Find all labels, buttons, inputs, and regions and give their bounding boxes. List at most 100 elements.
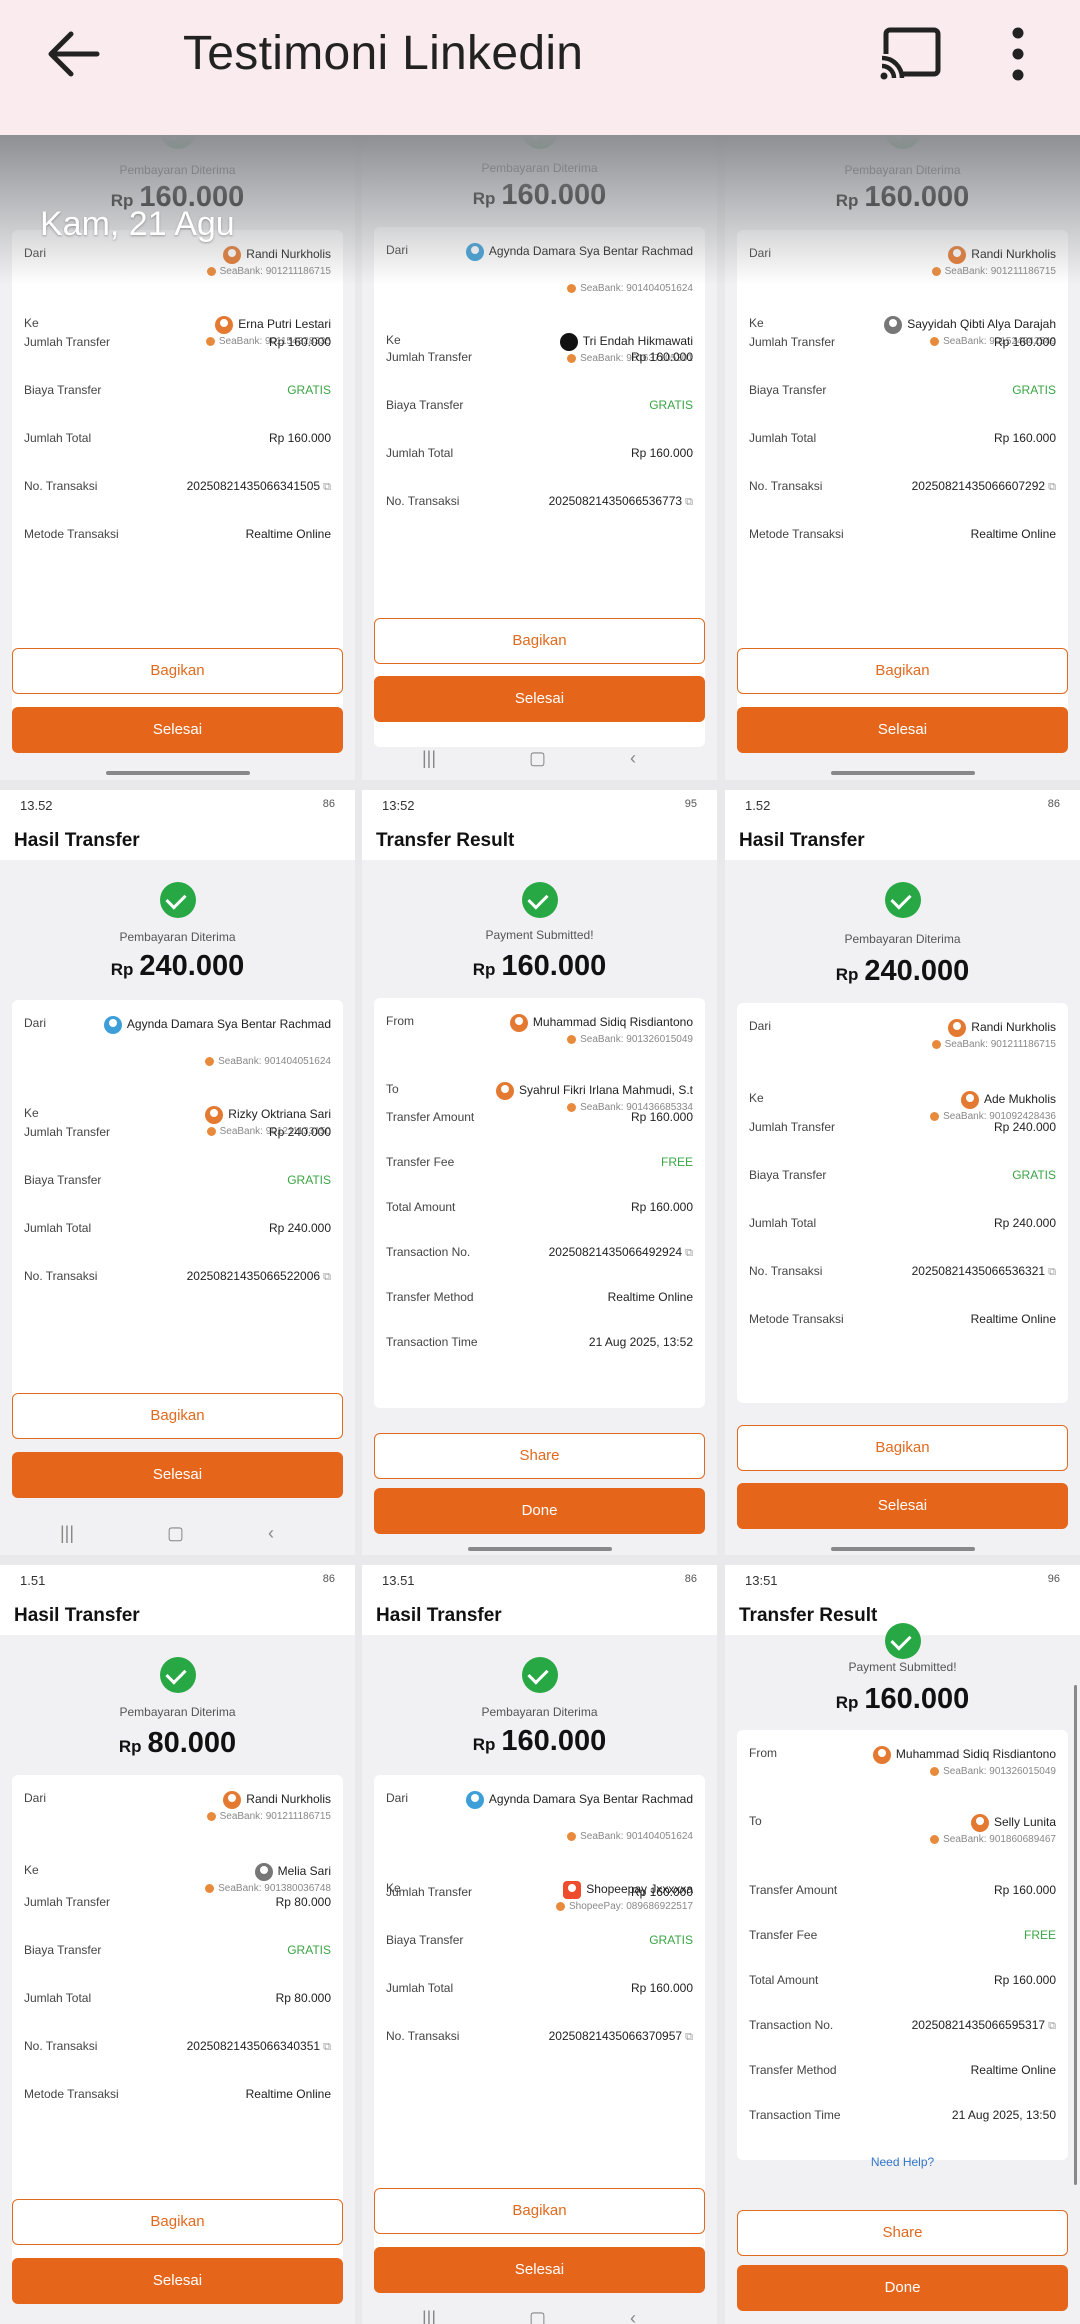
currency-label: Rp: [835, 191, 859, 210]
sender-name-wrap: Randi Nurkholis: [91, 1791, 331, 1809]
payment-status: Pembayaran Diterima: [119, 930, 236, 944]
cast-icon[interactable]: [878, 24, 944, 82]
sender-label: From: [386, 1014, 414, 1028]
screen-title: Hasil Transfer: [14, 830, 140, 851]
detail-label: Biaya Transfer: [749, 383, 827, 397]
gesture-handle: [830, 1547, 975, 1551]
detail-label: Jumlah Total: [24, 1221, 92, 1235]
share-button[interactable]: Bagikan: [737, 648, 1068, 694]
detail-label: Biaya Transfer: [386, 398, 464, 412]
sender-avatar-icon: [465, 1791, 484, 1809]
share-button[interactable]: Bagikan: [374, 618, 705, 664]
recents-icon[interactable]: |||: [422, 748, 436, 769]
recipient-name-wrap: Tri Endah Hikmawati: [453, 333, 693, 351]
status-time: 13:51: [745, 1573, 778, 1588]
sender-account: SeaBank: 901326015049: [453, 1034, 693, 1045]
done-button[interactable]: Selesai: [374, 676, 705, 722]
done-button[interactable]: Done: [374, 1488, 705, 1534]
detail-label: Jumlah Transfer: [24, 1125, 111, 1139]
status-bar: 13.51 86: [362, 1565, 717, 1595]
scrollbar[interactable]: [1074, 1685, 1077, 2185]
sender-account: SeaBank: 901404051624: [91, 1056, 331, 1067]
share-button[interactable]: Bagikan: [12, 2199, 343, 2245]
detail-label: Transfer Amount: [386, 1110, 475, 1124]
back-nav-icon[interactable]: ‹: [630, 748, 636, 769]
share-button[interactable]: Bagikan: [12, 1393, 343, 1439]
detail-value: 21 Aug 2025, 13:52: [588, 1335, 693, 1349]
battery-indicator: 86: [1047, 798, 1060, 810]
screen-header: Hasil Transfer: [0, 1595, 355, 1635]
done-button[interactable]: Selesai: [737, 707, 1068, 753]
sender-name: Muhammad Sidiq Risdiantono: [532, 1015, 693, 1030]
recents-icon[interactable]: |||: [422, 2308, 436, 2324]
recipient-label: To: [749, 1814, 762, 1828]
share-button[interactable]: Bagikan: [374, 2188, 705, 2234]
detail-value: GRATIS: [287, 1173, 331, 1187]
sender-label: Dari: [24, 1016, 47, 1030]
recipient-avatar-icon: [559, 333, 578, 351]
detail-value: Rp 160.000: [630, 1885, 693, 1899]
sender-name-wrap: Randi Nurkholis: [816, 246, 1056, 264]
payment-status: Payment Submitted!: [848, 1660, 957, 1674]
sender-label: Dari: [24, 246, 47, 260]
transfer-receipt-screenshot: 1.52 86 Hasil Transfer Pembayaran Diterima R…: [725, 790, 1080, 1555]
currency-label: Rp: [472, 189, 496, 208]
screen-title: Hasil Transfer: [739, 830, 865, 851]
screen-title: Transfer Result: [739, 1605, 878, 1626]
detail-label: Transaction Time: [749, 2108, 841, 2122]
detail-label: Transfer Method: [749, 2063, 837, 2077]
done-button[interactable]: Selesai: [737, 1483, 1068, 1529]
success-check-icon: [159, 135, 196, 149]
home-icon[interactable]: ▢: [167, 1523, 184, 1544]
share-button[interactable]: Share: [374, 1433, 705, 1479]
share-button[interactable]: Bagikan: [737, 1425, 1068, 1471]
detail-value: Rp 160.000: [993, 431, 1056, 445]
system-nav-bar: ||| ▢ ‹: [0, 1515, 355, 1555]
arrow-back-icon[interactable]: [45, 28, 105, 80]
recipient-name-wrap: Rizky Oktriana Sari: [91, 1106, 331, 1124]
share-button[interactable]: Share: [737, 2210, 1068, 2256]
done-button[interactable]: Done: [737, 2265, 1068, 2311]
back-nav-icon[interactable]: ‹: [630, 2308, 636, 2324]
share-button[interactable]: Bagikan: [12, 648, 343, 694]
recipient-name: Rizky Oktriana Sari: [228, 1107, 331, 1122]
detail-value: Rp 160.000: [268, 335, 331, 349]
sender-name: Muhammad Sidiq Risdiantono: [895, 1747, 1056, 1762]
detail-value: 20250821435066595317: [912, 2018, 1056, 2033]
detail-value: GRATIS: [287, 383, 331, 397]
sender-avatar-icon: [223, 246, 242, 264]
recipient-avatar-icon: [254, 1863, 273, 1881]
done-button[interactable]: Selesai: [12, 1452, 343, 1498]
done-button[interactable]: Selesai: [12, 2258, 343, 2304]
detail-label: No. Transaksi: [386, 494, 460, 508]
amount-value: 160.000: [864, 181, 970, 213]
recipient-name: Tri Endah Hikmawati: [582, 334, 693, 349]
back-nav-icon[interactable]: ‹: [268, 1523, 274, 1544]
detail-label: Biaya Transfer: [386, 1933, 464, 1947]
recents-icon[interactable]: |||: [60, 1523, 74, 1544]
detail-value: Realtime Online: [607, 1290, 693, 1304]
sender-name: Randi Nurkholis: [246, 1792, 331, 1807]
sender-avatar-icon: [465, 243, 484, 261]
currency-label: Rp: [835, 1693, 859, 1712]
home-icon[interactable]: ▢: [529, 748, 546, 769]
detail-value: Rp 160.000: [630, 1110, 693, 1124]
recipient-account: SeaBank: 901380036748: [91, 1883, 331, 1894]
recipient-avatar-icon: [215, 316, 234, 334]
done-button[interactable]: Selesai: [374, 2247, 705, 2293]
detail-label: Transaction No.: [749, 2018, 834, 2032]
recipient-account: ShopeePay: 089686922517: [453, 1901, 693, 1912]
sender-account: SeaBank: 901211186715: [816, 1039, 1056, 1050]
home-icon[interactable]: ▢: [529, 2308, 546, 2324]
battery-indicator: 95: [684, 798, 697, 810]
recipient-name: Sayyidah Qibti Alya Darajah: [907, 317, 1056, 332]
detail-value: Rp 160.000: [993, 1973, 1056, 1987]
status-bar: 13:51 96: [725, 1565, 1080, 1595]
sender-account: SeaBank: 901326015049: [816, 1766, 1056, 1777]
more-vert-icon[interactable]: [1003, 26, 1033, 82]
need-help-link[interactable]: Need Help?: [725, 2155, 1080, 2169]
sender-label: Dari: [749, 1019, 772, 1033]
recipient-name: Melia Sari: [277, 1864, 331, 1879]
done-button[interactable]: Selesai: [12, 707, 343, 753]
detail-value: Rp 160.000: [630, 1981, 693, 1995]
